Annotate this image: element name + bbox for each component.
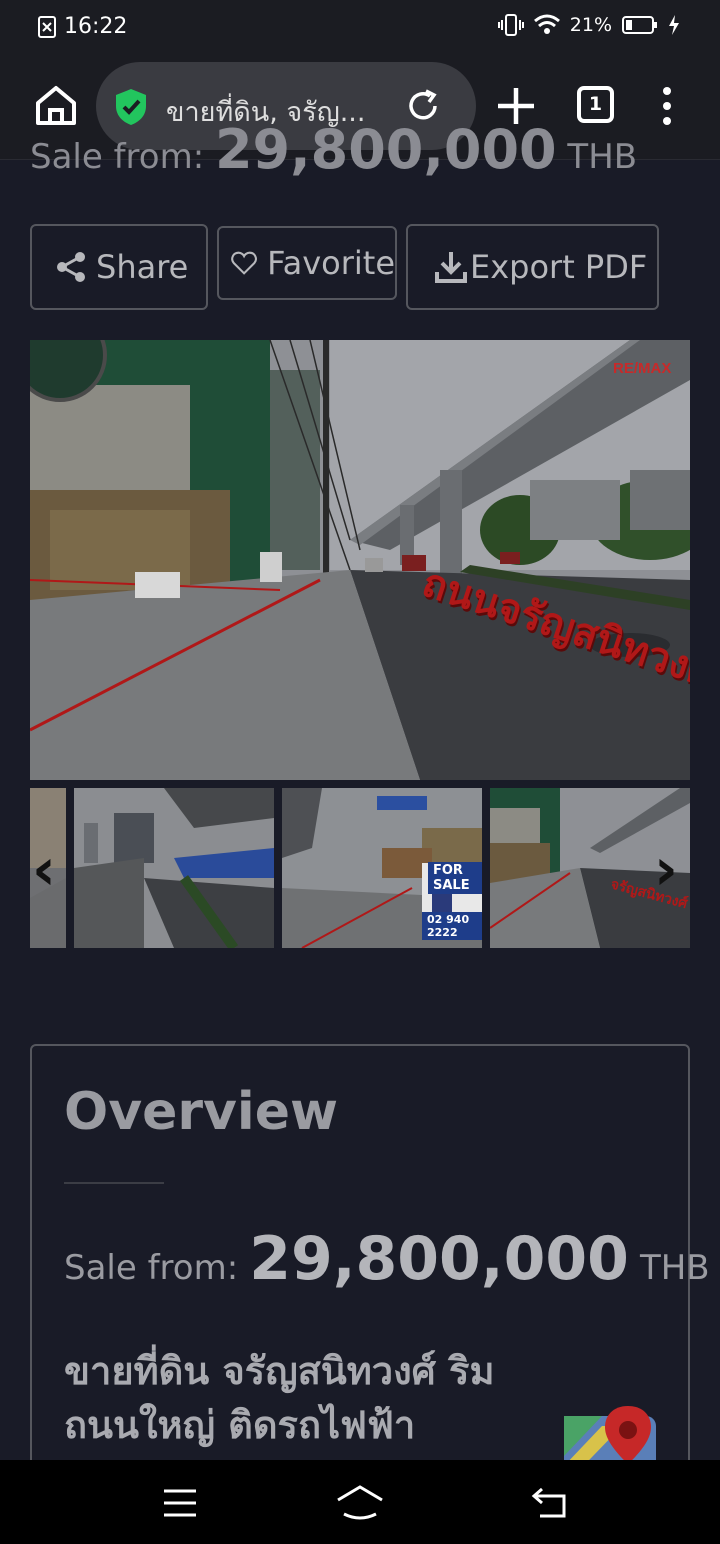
- thumbnail-strip: FOR SALE 02 940 2222 จรัญสนิทวงศ์ ‹ ›: [30, 788, 690, 948]
- export-pdf-label: Export PDF: [470, 248, 648, 286]
- overview-price-value: 29,800,000: [249, 1224, 629, 1294]
- battery-icon: [622, 16, 657, 34]
- share-label: Share: [96, 248, 189, 286]
- battery-percent: 21%: [569, 14, 612, 36]
- back-icon[interactable]: [530, 1486, 568, 1520]
- main-property-photo[interactable]: RE/MAX ถนนจรัญสนิทวงศ์: [30, 340, 690, 780]
- status-bar: 16:22 21%: [0, 0, 720, 56]
- thumbnail-3[interactable]: FOR SALE 02 940 2222: [282, 788, 482, 948]
- gallery-prev-arrow[interactable]: ‹: [32, 840, 56, 898]
- overview-card: Overview Sale from: 29,800,000 THB ขายที…: [30, 1044, 710, 1504]
- vibrate-icon: [497, 14, 524, 36]
- sale-sign-phone: 02 940 2222: [422, 912, 482, 940]
- favorite-button[interactable]: Favorite: [217, 226, 397, 300]
- street-photo-illustration: [30, 340, 690, 780]
- favorite-label: Favorite: [267, 244, 395, 282]
- remax-watermark: RE/MAX: [613, 360, 672, 377]
- sale-label: Sale from:: [30, 137, 205, 177]
- overview-currency: THB: [639, 1248, 710, 1288]
- export-pdf-button[interactable]: Export PDF: [406, 224, 659, 310]
- listing-sale-price-top: Sale from: 29,800,000 THB: [30, 118, 637, 181]
- share-button[interactable]: Share: [30, 224, 208, 310]
- listing-title: ขายที่ดิน จรัญสนิทวงศ์ ริมถนนใหญ่ ติดรถไ…: [64, 1349, 495, 1447]
- share-icon: [57, 252, 85, 282]
- notification-dismissed-icon: [38, 15, 56, 38]
- heart-icon: [231, 251, 257, 275]
- sale-currency: THB: [567, 137, 638, 177]
- charging-icon: [669, 15, 679, 35]
- for-sale-sign: FOR SALE: [428, 862, 482, 894]
- gallery-next-arrow[interactable]: ›: [654, 840, 678, 898]
- overflow-menu-icon[interactable]: [660, 86, 674, 126]
- thumbnail-2[interactable]: [74, 788, 274, 948]
- system-nav-bar: [0, 1460, 720, 1544]
- download-icon: [435, 252, 467, 283]
- overview-title: Overview: [64, 1082, 339, 1142]
- overview-divider: [64, 1182, 164, 1184]
- recents-menu-icon[interactable]: [162, 1488, 198, 1518]
- overview-sale-label: Sale from:: [64, 1248, 239, 1288]
- status-time: 16:22: [64, 14, 128, 39]
- overview-sale-price: Sale from: 29,800,000 THB: [64, 1224, 710, 1294]
- wifi-icon: [533, 14, 560, 34]
- sale-price: 29,800,000: [214, 118, 557, 181]
- home-nav-icon[interactable]: [336, 1484, 384, 1520]
